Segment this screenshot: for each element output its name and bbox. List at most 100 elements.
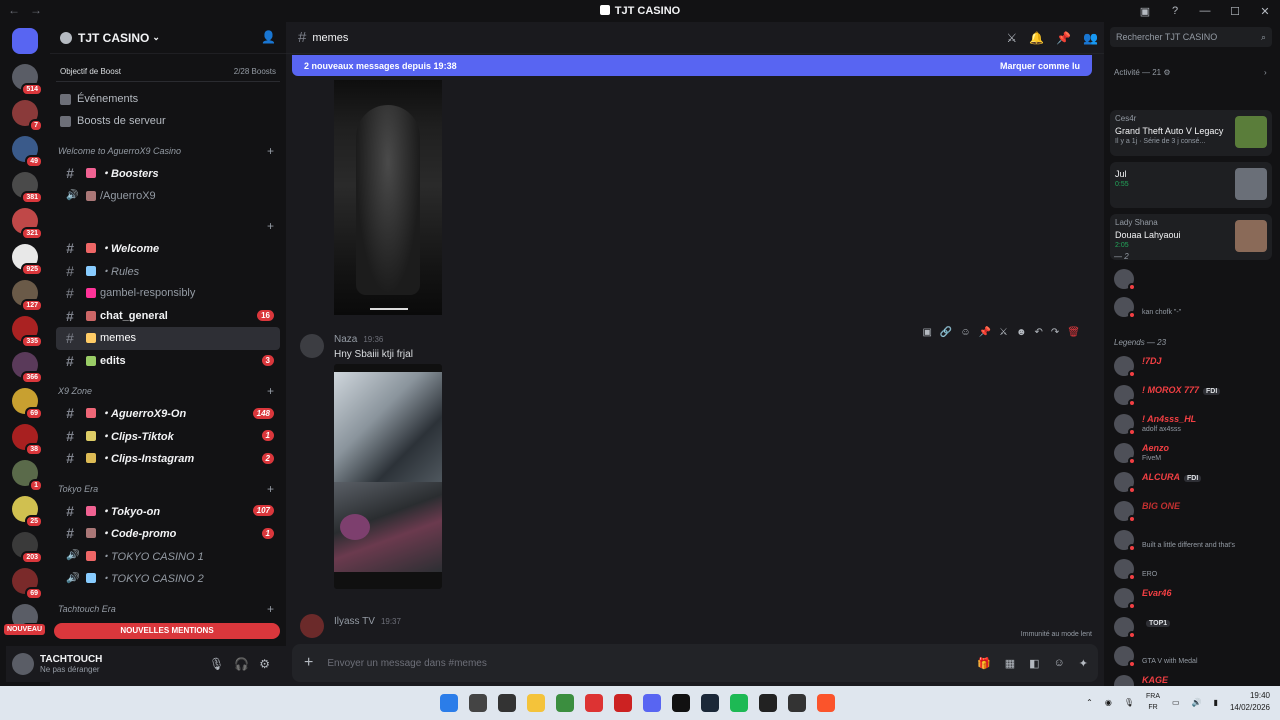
steam-icon[interactable] — [701, 694, 719, 712]
apps-icon[interactable]: ✦ — [1079, 657, 1088, 670]
plus-icon[interactable]: + — [304, 654, 313, 672]
maximize-button[interactable]: ☐ — [1220, 5, 1250, 18]
add-channel-icon[interactable]: + — [267, 602, 274, 616]
message-composer[interactable]: + Envoyer un message dans #memes 🎁 ▦ ◧ ☺… — [292, 644, 1098, 682]
emoji-icon[interactable]: ☺ — [1054, 657, 1065, 670]
avatar[interactable] — [300, 614, 324, 638]
headphones-icon[interactable]: 🎧 — [234, 657, 249, 671]
member-item[interactable]: !7DJ — [1114, 354, 1274, 380]
message-author[interactable]: Ilyass TV — [334, 616, 375, 627]
pin-icon[interactable]: 📌 — [979, 327, 991, 338]
close-button[interactable]: ✕ — [1250, 5, 1280, 18]
message-author[interactable]: Naza — [334, 334, 357, 345]
server-icon[interactable]: 321 — [12, 208, 43, 240]
app-icon[interactable] — [788, 694, 806, 712]
app-icon[interactable] — [614, 694, 632, 712]
server-icon[interactable]: 7 — [12, 100, 43, 132]
category-header[interactable]: Welcome to AguerroX9 Casino + — [50, 140, 286, 162]
new-badge[interactable]: NOUVEAU — [4, 624, 46, 635]
member-item[interactable]: TOP1 — [1114, 615, 1274, 641]
app-icon[interactable] — [585, 694, 603, 712]
channel-item[interactable]: # edits 3 — [56, 350, 280, 373]
member-item[interactable]: ! An4sss_HL adolf ax4sss — [1114, 412, 1274, 438]
member-item[interactable]: Aenzo FiveM — [1114, 441, 1274, 467]
server-icon[interactable]: 1 — [12, 460, 43, 492]
mark-read-button[interactable]: Marquer comme lu — [1000, 61, 1080, 71]
image-attachment[interactable] — [334, 364, 442, 589]
search-icon[interactable] — [469, 694, 487, 712]
events-link[interactable]: Événements — [50, 88, 286, 110]
activity-card[interactable]: Lady Shana Douaa Lahyaoui 2:05 — [1110, 214, 1272, 260]
channel-item[interactable]: # ・Boosters — [56, 162, 280, 185]
channel-item[interactable]: # ・AguerroX9-On 148 — [56, 402, 280, 425]
mic-icon[interactable]: 🎙 — [1124, 698, 1134, 707]
chevron-right-icon[interactable]: › — [1264, 68, 1267, 77]
member-item[interactable]: Built a little different and that's — [1114, 528, 1274, 554]
volume-icon[interactable]: 🔊 — [1192, 698, 1202, 707]
pin-icon[interactable]: 📌 — [1056, 31, 1071, 45]
gift-icon[interactable]: 🎁 — [977, 657, 991, 670]
activity-card[interactable]: Ces4r Grand Theft Auto V Legacy Il y a 1j … — [1110, 110, 1272, 156]
channel-item[interactable]: 🔊/AguerroX9 — [56, 185, 280, 208]
member-item[interactable]: kan chofk "-" — [1114, 295, 1274, 321]
link-icon[interactable]: 🔗 — [940, 327, 952, 338]
emoji-icon[interactable]: ☻ — [1016, 327, 1027, 338]
server-icon[interactable]: 127 — [12, 280, 43, 312]
channel-item[interactable]: # memes — [56, 327, 280, 350]
search-input[interactable]: Rechercher TJT CASINO ⌕ — [1110, 27, 1272, 47]
category-header[interactable]: X9 Zone + — [50, 380, 286, 402]
member-item[interactable]: ALCURA FDI — [1114, 470, 1274, 496]
message-input[interactable]: Envoyer un message dans #memes — [327, 658, 487, 669]
channel-item[interactable]: # ・Clips-Instagram 2 — [56, 447, 280, 470]
network-icon[interactable]: ▭ — [1172, 698, 1180, 707]
member-item[interactable]: Evar46 — [1114, 586, 1274, 612]
member-item[interactable]: ERO — [1114, 557, 1274, 583]
microphone-icon[interactable]: 🎙 — [209, 657, 224, 671]
forward-icon[interactable]: ↷ — [1051, 327, 1059, 338]
member-item[interactable]: KAGE — [1114, 673, 1274, 686]
server-icon[interactable]: 381 — [12, 172, 43, 204]
gif-icon[interactable]: ▦ — [1005, 657, 1015, 670]
channel-item[interactable]: # ・Rules — [56, 260, 280, 283]
app-icon[interactable]: ▣ — [922, 327, 931, 338]
member-item[interactable]: ! MOROX 777 FDI — [1114, 383, 1274, 409]
boost-goal[interactable]: Objectif de Boost 2/28 Boosts — [56, 62, 280, 82]
members-icon[interactable]: 👥 — [1083, 31, 1098, 45]
app-icon[interactable] — [672, 694, 690, 712]
channel-item[interactable]: # ・Welcome — [56, 237, 280, 260]
chrome-icon[interactable] — [556, 694, 574, 712]
member-item[interactable]: GTA V with Medal — [1114, 644, 1274, 670]
taskview-icon[interactable] — [498, 694, 516, 712]
discord-icon[interactable] — [643, 694, 661, 712]
inbox-icon[interactable]: ▣ — [1130, 5, 1160, 18]
bell-icon[interactable]: 🔔 — [1029, 31, 1044, 45]
chevron-up-icon[interactable]: ⌃ — [1086, 698, 1093, 707]
server-boosts-link[interactable]: Boosts de serveur — [50, 110, 286, 132]
add-member-icon[interactable]: 👤 — [261, 30, 276, 44]
thread-icon[interactable]: ⚔ — [999, 327, 1008, 338]
ghost-icon[interactable]: ☺ — [960, 327, 970, 338]
activity-card[interactable]: Jul 0:55 — [1110, 162, 1272, 208]
minimize-button[interactable]: — — [1190, 5, 1220, 17]
help-icon[interactable]: ? — [1160, 5, 1190, 17]
channel-item[interactable]: # ・Clips-Tiktok 1 — [56, 425, 280, 448]
guild-header[interactable]: TJT CASINO ⌄ 👤 — [50, 22, 286, 54]
home-icon[interactable] — [12, 28, 38, 54]
new-messages-bar[interactable]: 2 nouveaux messages depuis 19:38 Marquer… — [292, 55, 1092, 76]
spotify-icon[interactable] — [730, 694, 748, 712]
category-header[interactable]: Tokyo Era + — [50, 478, 286, 500]
channel-item[interactable]: # gambel-responsibly — [56, 282, 280, 305]
settings-icon[interactable]: ⚙ — [259, 657, 270, 671]
channel-item[interactable]: # ・Tokyo-on 107 — [56, 500, 280, 523]
add-channel-icon[interactable]: + — [267, 144, 274, 158]
app-icon[interactable] — [759, 694, 777, 712]
explorer-icon[interactable] — [527, 694, 545, 712]
avatar[interactable] — [12, 653, 34, 675]
clock[interactable]: 19:40 14/02/2026 — [1230, 690, 1270, 714]
channel-item[interactable]: # chat_general 16 — [56, 305, 280, 328]
add-channel-icon[interactable]: + — [267, 219, 274, 233]
channel-item[interactable]: 🔊 ・TOKYO CASINO 1 — [56, 545, 280, 568]
member-item[interactable] — [1114, 267, 1274, 293]
server-icon[interactable]: 69 — [12, 388, 43, 420]
server-icon[interactable]: 38 — [12, 424, 43, 456]
